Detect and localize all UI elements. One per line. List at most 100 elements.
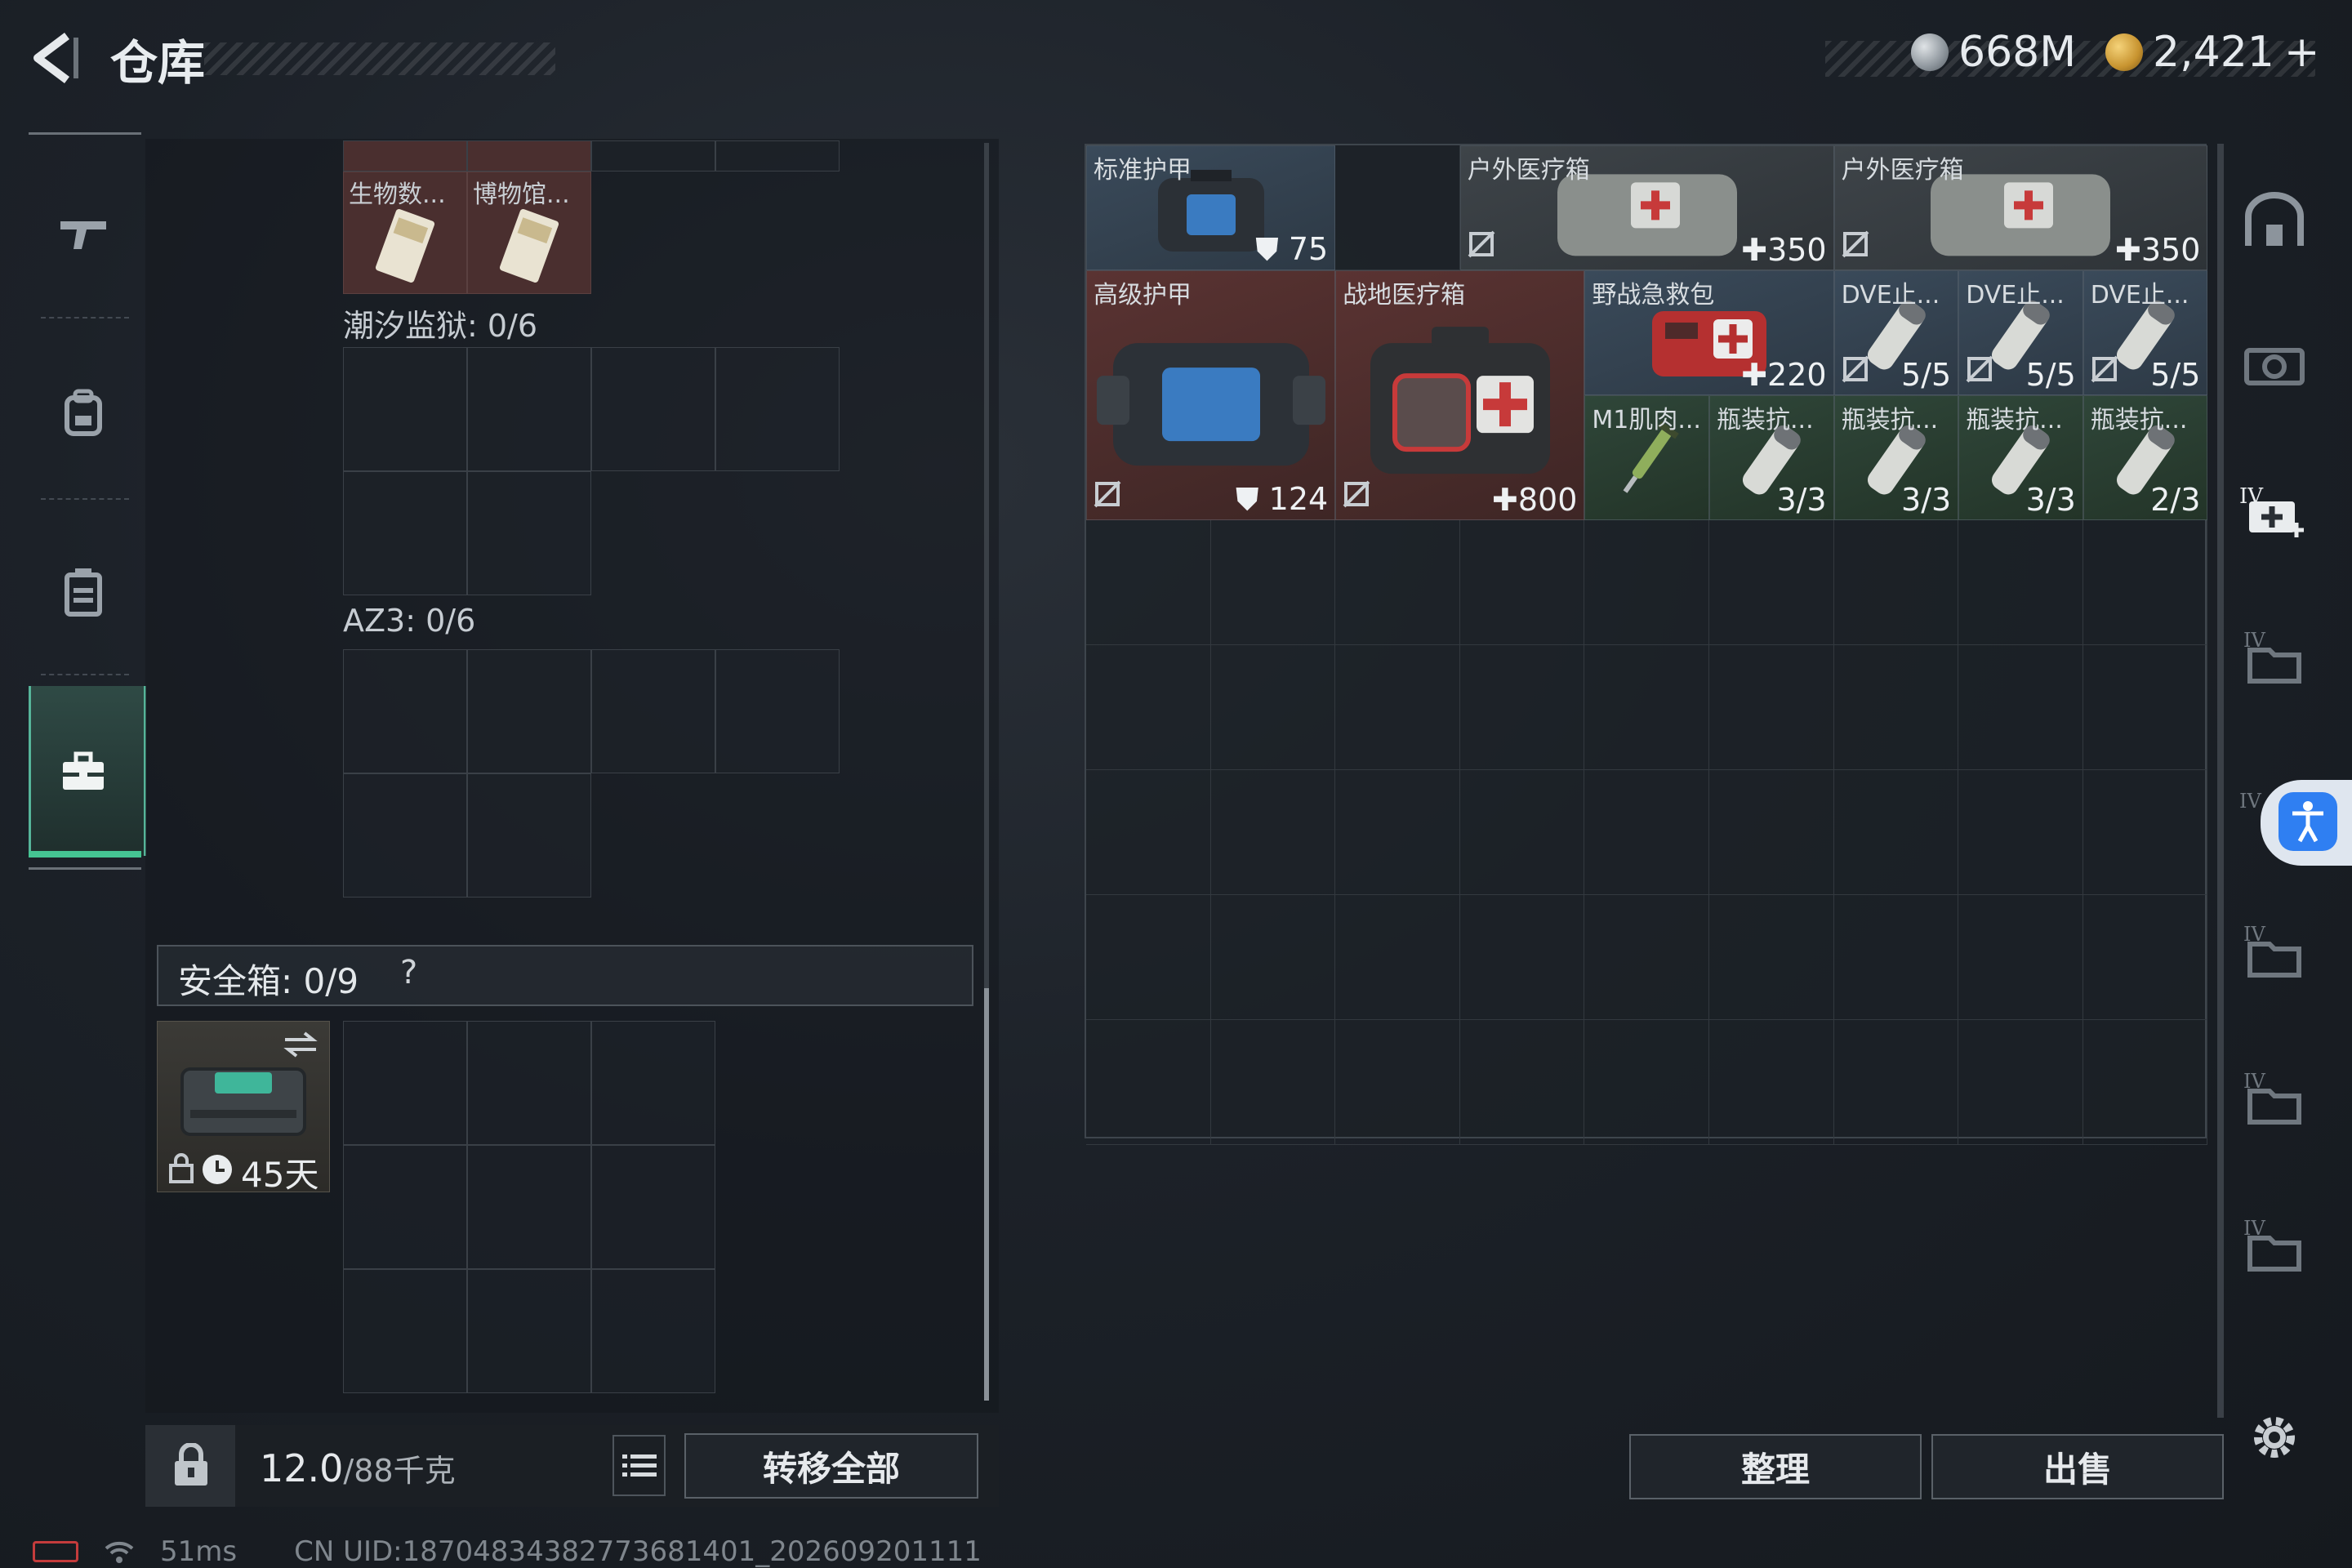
stash-grid-cell[interactable] bbox=[1958, 520, 2083, 645]
grid-cell[interactable] bbox=[467, 471, 591, 595]
sell-button[interactable]: 出售 bbox=[1931, 1434, 2224, 1499]
stash-grid-cell[interactable] bbox=[1210, 895, 1336, 1020]
stash-item[interactable]: 瓶装抗... 3/3 bbox=[1958, 395, 2083, 520]
stash-grid-cell[interactable] bbox=[1709, 895, 1834, 1020]
stash-grid-cell[interactable] bbox=[1459, 770, 1585, 895]
stash-grid-cell[interactable] bbox=[1086, 770, 1211, 895]
grid-cell[interactable] bbox=[467, 1145, 591, 1269]
grid-cell[interactable] bbox=[343, 649, 467, 773]
grid-cell[interactable] bbox=[467, 1269, 591, 1393]
stash-grid-cell[interactable] bbox=[1958, 770, 2083, 895]
sidebar-item-toolbox[interactable] bbox=[55, 743, 112, 800]
stash-tab-medical[interactable]: IV bbox=[2238, 478, 2311, 543]
list-view-button[interactable] bbox=[612, 1435, 666, 1496]
sort-button[interactable]: 整理 bbox=[1629, 1434, 1922, 1499]
stash-grid-cell[interactable] bbox=[1709, 770, 1834, 895]
stash-grid-cell[interactable] bbox=[1335, 895, 1460, 1020]
stash-grid-cell[interactable] bbox=[1709, 1020, 1834, 1145]
grid-cell[interactable] bbox=[343, 1021, 467, 1145]
stash-tab-camera[interactable] bbox=[2238, 331, 2311, 396]
settings-button[interactable] bbox=[2246, 1409, 2303, 1466]
keycard-item[interactable]: 生物数... bbox=[343, 172, 467, 294]
sidebar-item-backpack[interactable] bbox=[55, 384, 112, 441]
stash-tab-folder-5[interactable]: IV bbox=[2238, 1213, 2311, 1278]
stash-item[interactable]: 户外医疗箱 ✚350 bbox=[1459, 145, 1834, 270]
stash-grid-cell[interactable] bbox=[1086, 645, 1211, 770]
stash-grid-cell[interactable] bbox=[1335, 645, 1460, 770]
stash-item[interactable]: M1肌肉... bbox=[1584, 395, 1709, 520]
stash-grid-cell[interactable] bbox=[1210, 520, 1336, 645]
stash-item[interactable]: 高级护甲 ⛊ 124 bbox=[1086, 270, 1336, 520]
keycard-item[interactable]: 博物馆... bbox=[467, 172, 591, 294]
weight-lock-button[interactable] bbox=[145, 1425, 235, 1507]
stash-item[interactable]: DVE止... 5/5 bbox=[2082, 270, 2208, 395]
grid-cell[interactable] bbox=[715, 347, 840, 471]
stash-grid-cell[interactable] bbox=[1584, 1020, 1709, 1145]
sidebar-item-vest[interactable] bbox=[55, 564, 112, 621]
stash-grid-cell[interactable] bbox=[1335, 145, 1460, 270]
stash-grid-cell[interactable] bbox=[1958, 895, 2083, 1020]
stash-grid-cell[interactable] bbox=[1958, 645, 2083, 770]
stash-grid-cell[interactable] bbox=[1709, 645, 1834, 770]
stash-tab-folder-4[interactable]: IV bbox=[2238, 1066, 2311, 1131]
stash-tab-folder-1[interactable]: IV bbox=[2238, 625, 2311, 690]
add-currency-icon[interactable]: + bbox=[2284, 28, 2320, 77]
stash-item[interactable]: 瓶装抗... 3/3 bbox=[1709, 395, 1834, 520]
left-scrollbar-thumb[interactable] bbox=[984, 988, 989, 1401]
stash-grid-cell[interactable] bbox=[1709, 520, 1834, 645]
stash-grid-cell[interactable] bbox=[1833, 770, 1959, 895]
swap-icon[interactable] bbox=[280, 1028, 321, 1061]
back-button[interactable] bbox=[24, 29, 82, 87]
stash-item[interactable]: DVE止... 5/5 bbox=[1958, 270, 2083, 395]
help-icon[interactable]: ? bbox=[400, 954, 417, 991]
stash-grid-cell[interactable] bbox=[1584, 770, 1709, 895]
grid-cell[interactable] bbox=[715, 140, 840, 172]
grid-cell[interactable] bbox=[343, 140, 467, 172]
grid-cell[interactable] bbox=[467, 347, 591, 471]
stash-grid-cell[interactable] bbox=[1459, 1020, 1585, 1145]
stash-grid-cell[interactable] bbox=[2082, 770, 2208, 895]
stash-grid-cell[interactable] bbox=[1459, 895, 1585, 1020]
stash-grid-cell[interactable] bbox=[1459, 645, 1585, 770]
stash-grid-cell[interactable] bbox=[1335, 520, 1460, 645]
stash-item[interactable]: 标准护甲 ⛊ 75 bbox=[1086, 145, 1336, 270]
grid-cell[interactable] bbox=[591, 140, 715, 172]
stash-grid-cell[interactable] bbox=[1210, 645, 1336, 770]
stash-item[interactable]: 瓶装抗... 3/3 bbox=[1833, 395, 1959, 520]
stash-grid-cell[interactable] bbox=[1584, 520, 1709, 645]
sidebar-item-weapons[interactable] bbox=[55, 204, 112, 261]
stash-grid-cell[interactable] bbox=[1335, 770, 1460, 895]
stash-item[interactable]: 户外医疗箱 ✚350 bbox=[1833, 145, 2208, 270]
stash-tab-folder-3[interactable]: IV bbox=[2238, 919, 2311, 984]
stash-grid-cell[interactable] bbox=[1086, 895, 1211, 1020]
grid-cell[interactable] bbox=[467, 649, 591, 773]
stash-grid-cell[interactable] bbox=[1086, 1020, 1211, 1145]
grid-cell[interactable] bbox=[715, 649, 840, 773]
transfer-all-button[interactable]: 转移全部 bbox=[684, 1433, 978, 1499]
stash-grid-cell[interactable] bbox=[2082, 895, 2208, 1020]
stash-grid-cell[interactable] bbox=[1086, 520, 1211, 645]
grid-cell[interactable] bbox=[343, 471, 467, 595]
stash-grid-cell[interactable] bbox=[1958, 1020, 2083, 1145]
gold-currency[interactable]: 2,421 + bbox=[2105, 28, 2319, 77]
grid-cell[interactable] bbox=[343, 1269, 467, 1393]
stash-scrollbar[interactable] bbox=[2217, 144, 2224, 1418]
stash-grid-cell[interactable] bbox=[1210, 1020, 1336, 1145]
stash-item[interactable]: DVE止... 5/5 bbox=[1833, 270, 1959, 395]
grid-cell[interactable] bbox=[467, 140, 591, 172]
grid-cell[interactable] bbox=[591, 1269, 715, 1393]
grid-cell[interactable] bbox=[343, 1145, 467, 1269]
stash-grid-cell[interactable] bbox=[1833, 645, 1959, 770]
grid-cell[interactable] bbox=[591, 1145, 715, 1269]
stash-tab-home[interactable] bbox=[2238, 188, 2311, 253]
stash-grid-cell[interactable] bbox=[2082, 645, 2208, 770]
grid-cell[interactable] bbox=[591, 1021, 715, 1145]
stash-grid-cell[interactable] bbox=[1833, 895, 1959, 1020]
stash-grid-cell[interactable] bbox=[2082, 1020, 2208, 1145]
stash-item[interactable]: 野战急救包 ✚220 bbox=[1584, 270, 1834, 395]
stash-grid-cell[interactable] bbox=[1833, 520, 1959, 645]
stash-grid-cell[interactable] bbox=[1584, 895, 1709, 1020]
grid-cell[interactable] bbox=[591, 649, 715, 773]
grid-cell[interactable] bbox=[467, 773, 591, 898]
stash-grid-cell[interactable] bbox=[1335, 1020, 1460, 1145]
